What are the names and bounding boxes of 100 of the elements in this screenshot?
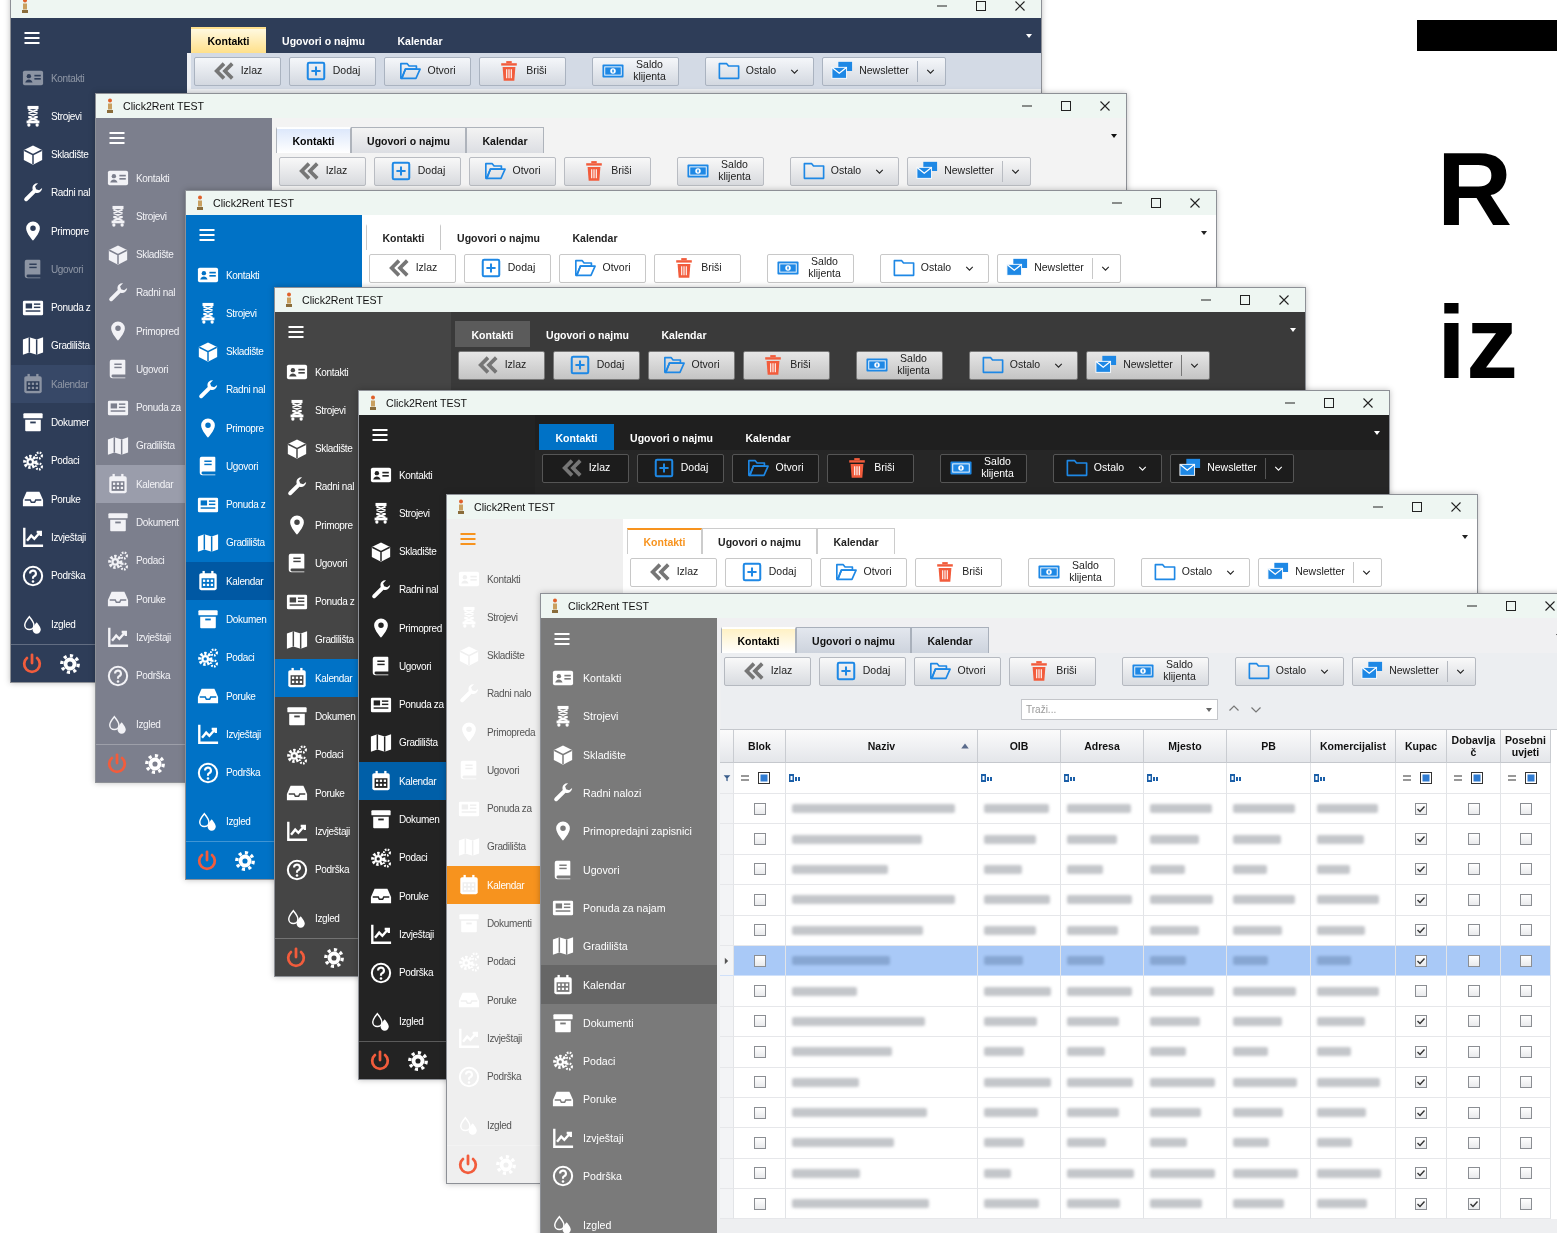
column-header[interactable]: Blok <box>734 730 786 763</box>
sidebar-item[interactable]: Kontakti <box>96 158 186 198</box>
sidebar-item[interactable]: Ugovori <box>359 647 447 686</box>
open-button[interactable]: Otvori <box>820 557 907 587</box>
sidebar-item[interactable]: Skladište <box>541 735 717 774</box>
tab[interactable]: Ugovori o najmu <box>796 627 911 653</box>
sidebar-item[interactable]: Ugovori <box>186 447 275 486</box>
exit-button[interactable]: Izlaz <box>542 453 629 483</box>
sidebar-item[interactable]: Podrška <box>541 1156 717 1196</box>
sidebar-item[interactable]: Kontakti <box>11 58 96 98</box>
sidebar-item[interactable]: Izvještaji <box>186 715 275 754</box>
sidebar-item[interactable]: Podaci <box>447 942 541 981</box>
open-button[interactable]: Otvori <box>469 156 556 186</box>
exit-button[interactable]: Izlaz <box>630 557 717 587</box>
tab[interactable]: Kontakti <box>276 127 351 153</box>
sidebar-item[interactable]: Kalendar <box>359 762 447 801</box>
delete-button[interactable]: Briši <box>479 56 566 86</box>
newsletter-button[interactable]: Newsletter <box>1170 453 1294 483</box>
sidebar-item[interactable]: Primopre <box>11 212 96 251</box>
sidebar-item[interactable]: Strojevi <box>359 494 447 533</box>
sidebar-item[interactable]: Ugovori <box>447 751 541 790</box>
tab[interactable]: Kalendar <box>729 424 807 450</box>
exit-button[interactable]: Izlaz <box>458 350 545 380</box>
sidebar-item[interactable]: Ugovori <box>11 250 96 289</box>
sidebar-item[interactable]: Gradilišta <box>359 723 447 763</box>
more-button[interactable]: Ostalo <box>1053 453 1162 483</box>
tab[interactable]: Kalendar <box>817 528 895 554</box>
add-button[interactable]: Dodaj <box>553 350 640 380</box>
sidebar-item[interactable]: Radni nal <box>275 467 359 507</box>
sidebar-item[interactable]: Dokumenti <box>541 1003 717 1042</box>
delete-button[interactable]: Briši <box>564 156 651 186</box>
sidebar-item[interactable]: Primopre <box>186 409 275 448</box>
exit-button[interactable]: Izlaz <box>194 56 281 86</box>
sidebar-item[interactable]: Kontakti <box>186 255 275 295</box>
tab[interactable]: Kontakti <box>721 627 796 653</box>
sidebar-item[interactable]: Strojevi <box>186 294 275 333</box>
sidebar-item[interactable]: Kontakti <box>447 559 541 599</box>
more-button[interactable]: Ostalo <box>1141 557 1250 587</box>
sidebar-item[interactable]: Radni nal <box>96 273 186 313</box>
column-header[interactable]: Naziv <box>786 730 978 763</box>
sidebar-item[interactable]: Kalendar <box>186 562 275 601</box>
open-button[interactable]: Otvori <box>732 453 819 483</box>
newsletter-button[interactable]: Newsletter <box>1352 656 1476 686</box>
sidebar-item[interactable]: Dokumer <box>11 403 96 442</box>
open-button[interactable]: Otvori <box>648 350 735 380</box>
column-header[interactable]: Dobavljač <box>1447 730 1501 763</box>
sidebar-item[interactable]: Radni nal <box>186 370 275 410</box>
column-header[interactable]: OIB <box>978 730 1061 763</box>
sidebar-item[interactable]: Izvještaji <box>359 915 447 954</box>
column-header[interactable]: Komercijalist <box>1311 730 1396 763</box>
balance-button[interactable]: Saldo klijenta <box>1122 656 1209 686</box>
sidebar-item[interactable]: Ugovori <box>541 850 717 889</box>
balance-button[interactable]: Saldo klijenta <box>677 156 764 186</box>
sidebar-item[interactable]: Ugovori <box>96 350 186 389</box>
sidebar-item[interactable]: Izgled <box>186 802 275 841</box>
exit-button[interactable]: Izlaz <box>369 253 456 283</box>
add-button[interactable]: Dodaj <box>464 253 551 283</box>
add-button[interactable]: Dodaj <box>374 156 461 186</box>
tab[interactable]: Ugovori o najmu <box>266 27 381 53</box>
tab[interactable]: Kontakti <box>366 224 441 250</box>
sidebar-item[interactable]: Poruke <box>541 1080 717 1119</box>
sidebar-item[interactable]: Radni nalo <box>447 674 541 714</box>
add-button[interactable]: Dodaj <box>725 557 812 587</box>
sidebar-item[interactable]: Ponuda za najam <box>541 888 717 928</box>
more-button[interactable]: Ostalo <box>880 253 989 283</box>
more-button[interactable]: Ostalo <box>790 156 899 186</box>
sidebar-item[interactable]: Primopre <box>275 506 359 545</box>
open-button[interactable]: Otvori <box>559 253 646 283</box>
sidebar-item[interactable]: Radni nal <box>359 570 447 610</box>
sidebar-item[interactable]: Dokumen <box>186 600 275 639</box>
sidebar-item[interactable]: Izgled <box>96 705 186 744</box>
sidebar-item[interactable]: Dokumen <box>359 800 447 839</box>
sidebar-item[interactable]: Gradilišta <box>11 326 96 366</box>
sidebar-item[interactable]: Gradilišta <box>186 523 275 563</box>
sidebar-item[interactable]: Podrška <box>447 1057 541 1096</box>
sidebar-item[interactable]: Primopred <box>96 312 186 351</box>
sidebar-item[interactable]: Strojevi <box>541 697 717 736</box>
balance-button[interactable]: Saldo klijenta <box>1028 557 1115 587</box>
sidebar-item[interactable]: Kontakti <box>359 455 447 495</box>
sidebar-item[interactable]: Izgled <box>359 1002 447 1041</box>
sidebar-item[interactable]: Izvještaji <box>96 618 186 657</box>
more-button[interactable]: Ostalo <box>1235 656 1344 686</box>
newsletter-button[interactable]: Newsletter <box>997 253 1121 283</box>
sidebar-item[interactable]: Strojevi <box>275 391 359 430</box>
tab[interactable]: Kalendar <box>466 127 544 153</box>
exit-button[interactable]: Izlaz <box>724 656 811 686</box>
sidebar-item[interactable]: Izvještaji <box>541 1118 717 1157</box>
open-button[interactable]: Otvori <box>384 56 471 86</box>
column-header[interactable]: Adresa <box>1061 730 1144 763</box>
tab[interactable]: Ugovori o najmu <box>702 528 817 554</box>
exit-button[interactable]: Izlaz <box>279 156 366 186</box>
sidebar-item[interactable]: Gradilišta <box>96 426 186 466</box>
newsletter-button[interactable]: Newsletter <box>1258 557 1382 587</box>
search-field[interactable]: Traži... <box>1021 698 1218 720</box>
sidebar-item[interactable]: Kontakti <box>275 352 359 392</box>
delete-button[interactable]: Briši <box>1009 656 1096 686</box>
sidebar-item[interactable]: Podrška <box>275 850 359 889</box>
sidebar-item[interactable]: Podaci <box>186 638 275 677</box>
sidebar-item[interactable]: Podrška <box>186 753 275 792</box>
sidebar-item[interactable]: Izgled <box>541 1206 717 1233</box>
